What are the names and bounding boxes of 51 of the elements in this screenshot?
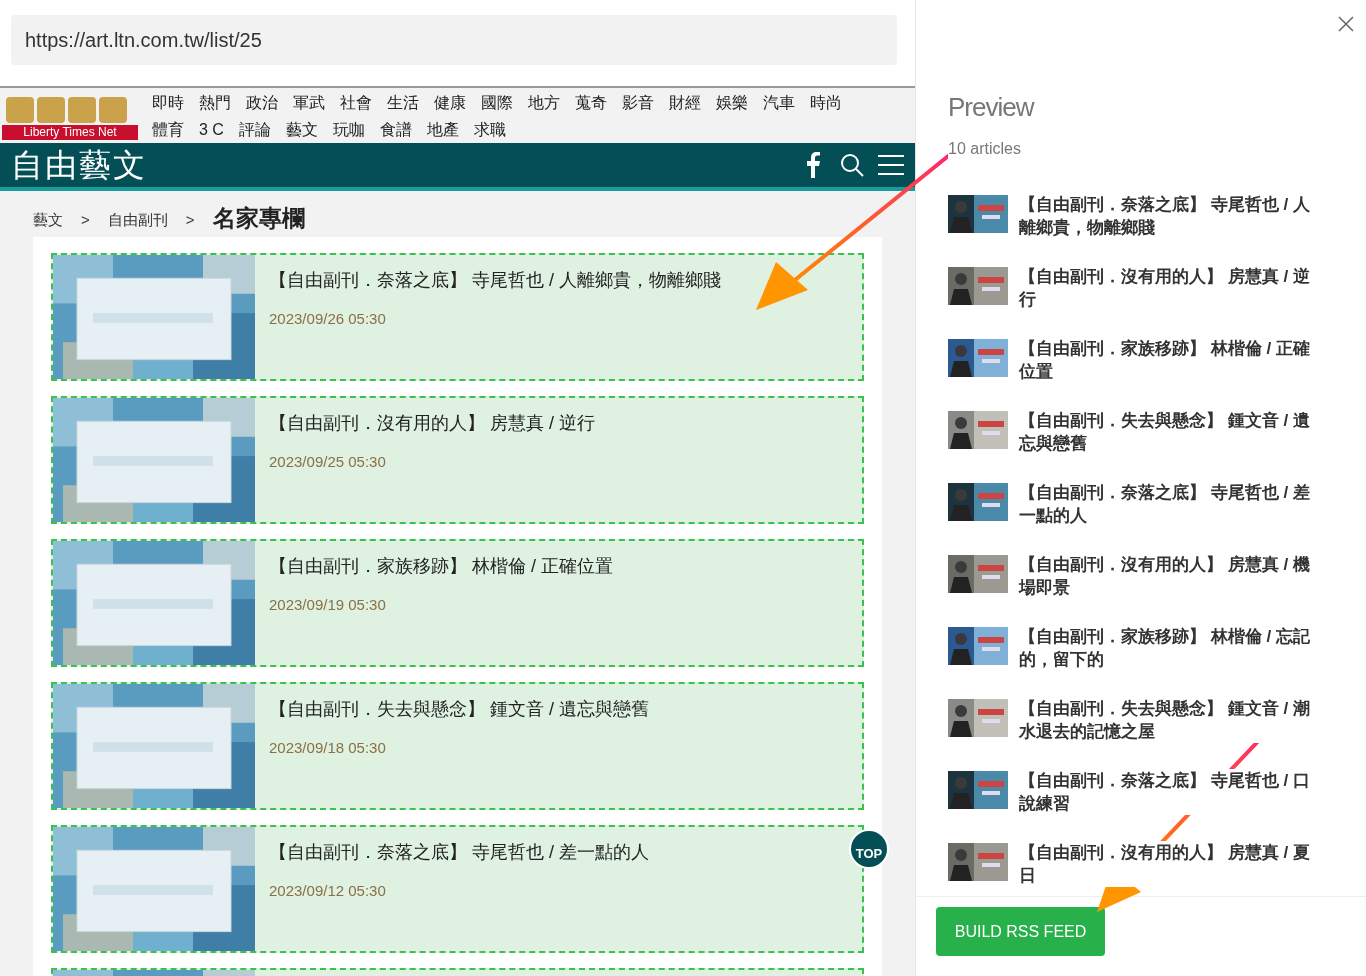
nav-link[interactable]: 軍武 (293, 91, 325, 113)
url-field[interactable]: https://art.ltn.com.tw/list/25 (11, 15, 897, 65)
article-title[interactable]: 【自由副刊．家族移跡】 林楷倫 / 正確位置 (269, 553, 613, 580)
close-icon[interactable] (1338, 16, 1354, 32)
nav-link[interactable]: 娛樂 (716, 91, 748, 113)
page-heading: 名家專欄 (212, 203, 305, 233)
nav-link[interactable]: 汽車 (763, 91, 795, 113)
nav-link[interactable]: 評論 (238, 118, 271, 140)
breadcrumb-link[interactable]: 藝文 (33, 208, 63, 231)
nav-link[interactable]: 熱門 (199, 91, 231, 113)
nav-link[interactable]: 影音 (622, 91, 654, 113)
article-date: 2023/09/26 05:30 (269, 309, 387, 329)
breadcrumb-separator: > (81, 209, 90, 230)
article-card[interactable]: 【自由副刊．沒有用的人】 房慧真 / 逆行 2023/09/25 05:30 (51, 396, 864, 524)
article-title[interactable]: 【自由副刊．奈落之底】 寺尾哲也 / 差一點的人 (269, 839, 649, 866)
nav-link[interactable]: 健康 (434, 91, 466, 113)
facebook-icon[interactable] (806, 152, 820, 178)
article-card[interactable]: 【自由副刊．奈落之底】 寺尾哲也 / 人離鄉貴，物離鄉賤 2023/09/26 05:30 (51, 253, 864, 381)
nav-link[interactable]: 蒐奇 (575, 91, 607, 113)
nav-link[interactable]: 財經 (669, 91, 701, 113)
article-date: 2023/09/12 05:30 (269, 881, 387, 901)
nav-link[interactable]: 即時 (152, 91, 184, 113)
nav-link[interactable]: 藝文 (285, 118, 318, 140)
article-count: 10 articles (948, 137, 1021, 161)
article-date: 2023/09/19 05:30 (269, 595, 387, 615)
article-date: 2023/09/25 05:30 (269, 452, 387, 472)
nav-link[interactable]: 生活 (387, 91, 419, 113)
article-date: 2023/09/18 05:30 (269, 738, 387, 758)
nav-link[interactable]: 求職 (473, 118, 506, 140)
search-icon[interactable] (840, 153, 864, 177)
article-title[interactable]: 【自由副刊．沒有用的人】 房慧真 / 逆行 (269, 410, 595, 437)
preview-title: Preview (948, 91, 1034, 124)
article-card[interactable]: 【自由副刊．家族移跡】 林楷倫 / 正確位置 2023/09/19 05:30 (51, 539, 864, 667)
menu-icon[interactable] (878, 154, 904, 176)
nav-link[interactable]: 政治 (246, 91, 278, 113)
article-title[interactable]: 【自由副刊．奈落之底】 寺尾哲也 / 人離鄉貴，物離鄉賤 (269, 267, 721, 294)
nav-link[interactable]: 時尚 (810, 91, 842, 113)
nav-link[interactable]: 地產 (426, 118, 459, 140)
nav-link[interactable]: 地方 (528, 91, 560, 113)
nav-link[interactable]: 玩咖 (332, 118, 365, 140)
section-title: 自由藝文 (11, 146, 147, 185)
nav-link[interactable]: 食譜 (379, 118, 412, 140)
article-card[interactable]: 【自由副刊．失去與懸念】 鍾文音 / 遺忘與戀舊 2023/09/18 05:30 (51, 682, 864, 810)
nav-link[interactable]: 體育 (152, 118, 184, 140)
article-title[interactable]: 【自由副刊．失去與懸念】 鍾文音 / 遺忘與戀舊 (269, 696, 649, 723)
breadcrumb-link[interactable]: 自由副刊 (107, 208, 168, 231)
site-logo[interactable]: Liberty Times Net (2, 91, 138, 140)
breadcrumb-separator: > (185, 209, 195, 230)
nav-link[interactable]: 社會 (340, 91, 372, 113)
nav-link[interactable]: 國際 (481, 91, 513, 113)
nav-link[interactable]: 3 C (199, 118, 224, 140)
